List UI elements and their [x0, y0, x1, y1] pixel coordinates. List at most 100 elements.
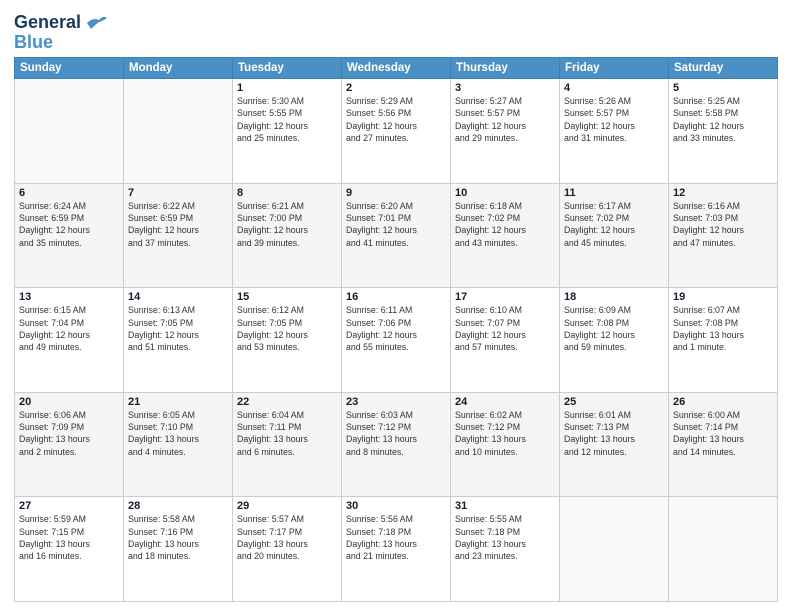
calendar-cell	[669, 497, 778, 602]
cell-day-info: Sunrise: 5:27 AMSunset: 5:57 PMDaylight:…	[455, 95, 555, 144]
calendar-week-row: 13Sunrise: 6:15 AMSunset: 7:04 PMDayligh…	[15, 288, 778, 393]
cell-day-info: Sunrise: 6:02 AMSunset: 7:12 PMDaylight:…	[455, 409, 555, 458]
weekday-header-monday: Monday	[124, 58, 233, 79]
calendar-week-row: 27Sunrise: 5:59 AMSunset: 7:15 PMDayligh…	[15, 497, 778, 602]
cell-day-info: Sunrise: 5:59 AMSunset: 7:15 PMDaylight:…	[19, 513, 119, 562]
logo: General Blue	[14, 12, 107, 51]
header: General Blue	[14, 12, 778, 51]
cell-day-info: Sunrise: 6:06 AMSunset: 7:09 PMDaylight:…	[19, 409, 119, 458]
cell-day-info: Sunrise: 5:30 AMSunset: 5:55 PMDaylight:…	[237, 95, 337, 144]
cell-day-info: Sunrise: 5:56 AMSunset: 7:18 PMDaylight:…	[346, 513, 446, 562]
cell-day-number: 31	[455, 500, 555, 512]
cell-day-number: 9	[346, 187, 446, 199]
cell-day-info: Sunrise: 6:13 AMSunset: 7:05 PMDaylight:…	[128, 304, 228, 353]
calendar-cell: 7Sunrise: 6:22 AMSunset: 6:59 PMDaylight…	[124, 183, 233, 288]
cell-day-number: 16	[346, 291, 446, 303]
logo-blue: Blue	[14, 33, 53, 51]
calendar-cell	[560, 497, 669, 602]
calendar-cell: 12Sunrise: 6:16 AMSunset: 7:03 PMDayligh…	[669, 183, 778, 288]
calendar-cell: 16Sunrise: 6:11 AMSunset: 7:06 PMDayligh…	[342, 288, 451, 393]
calendar-cell: 31Sunrise: 5:55 AMSunset: 7:18 PMDayligh…	[451, 497, 560, 602]
cell-day-number: 3	[455, 82, 555, 94]
cell-day-number: 6	[19, 187, 119, 199]
cell-day-number: 4	[564, 82, 664, 94]
cell-day-number: 11	[564, 187, 664, 199]
cell-day-info: Sunrise: 6:07 AMSunset: 7:08 PMDaylight:…	[673, 304, 773, 353]
calendar-cell: 20Sunrise: 6:06 AMSunset: 7:09 PMDayligh…	[15, 392, 124, 497]
weekday-header-wednesday: Wednesday	[342, 58, 451, 79]
cell-day-info: Sunrise: 6:17 AMSunset: 7:02 PMDaylight:…	[564, 200, 664, 249]
cell-day-info: Sunrise: 6:00 AMSunset: 7:14 PMDaylight:…	[673, 409, 773, 458]
cell-day-info: Sunrise: 5:58 AMSunset: 7:16 PMDaylight:…	[128, 513, 228, 562]
calendar-cell: 6Sunrise: 6:24 AMSunset: 6:59 PMDaylight…	[15, 183, 124, 288]
weekday-header-sunday: Sunday	[15, 58, 124, 79]
cell-day-number: 27	[19, 500, 119, 512]
calendar-cell: 26Sunrise: 6:00 AMSunset: 7:14 PMDayligh…	[669, 392, 778, 497]
cell-day-info: Sunrise: 6:18 AMSunset: 7:02 PMDaylight:…	[455, 200, 555, 249]
calendar-cell: 15Sunrise: 6:12 AMSunset: 7:05 PMDayligh…	[233, 288, 342, 393]
cell-day-info: Sunrise: 6:20 AMSunset: 7:01 PMDaylight:…	[346, 200, 446, 249]
calendar-cell: 22Sunrise: 6:04 AMSunset: 7:11 PMDayligh…	[233, 392, 342, 497]
cell-day-number: 25	[564, 396, 664, 408]
calendar-cell: 1Sunrise: 5:30 AMSunset: 5:55 PMDaylight…	[233, 79, 342, 184]
cell-day-number: 8	[237, 187, 337, 199]
calendar-cell: 23Sunrise: 6:03 AMSunset: 7:12 PMDayligh…	[342, 392, 451, 497]
weekday-header-row: SundayMondayTuesdayWednesdayThursdayFrid…	[15, 58, 778, 79]
calendar-cell: 29Sunrise: 5:57 AMSunset: 7:17 PMDayligh…	[233, 497, 342, 602]
calendar-cell: 14Sunrise: 6:13 AMSunset: 7:05 PMDayligh…	[124, 288, 233, 393]
calendar-cell	[124, 79, 233, 184]
calendar-cell	[15, 79, 124, 184]
cell-day-info: Sunrise: 6:09 AMSunset: 7:08 PMDaylight:…	[564, 304, 664, 353]
calendar-week-row: 20Sunrise: 6:06 AMSunset: 7:09 PMDayligh…	[15, 392, 778, 497]
cell-day-info: Sunrise: 5:26 AMSunset: 5:57 PMDaylight:…	[564, 95, 664, 144]
cell-day-number: 7	[128, 187, 228, 199]
cell-day-number: 1	[237, 82, 337, 94]
cell-day-number: 22	[237, 396, 337, 408]
weekday-header-friday: Friday	[560, 58, 669, 79]
logo-general: General	[14, 12, 81, 33]
weekday-header-saturday: Saturday	[669, 58, 778, 79]
cell-day-number: 26	[673, 396, 773, 408]
cell-day-number: 5	[673, 82, 773, 94]
cell-day-number: 15	[237, 291, 337, 303]
cell-day-info: Sunrise: 6:10 AMSunset: 7:07 PMDaylight:…	[455, 304, 555, 353]
cell-day-number: 2	[346, 82, 446, 94]
calendar-cell: 3Sunrise: 5:27 AMSunset: 5:57 PMDaylight…	[451, 79, 560, 184]
calendar-cell: 18Sunrise: 6:09 AMSunset: 7:08 PMDayligh…	[560, 288, 669, 393]
cell-day-info: Sunrise: 6:04 AMSunset: 7:11 PMDaylight:…	[237, 409, 337, 458]
cell-day-info: Sunrise: 5:57 AMSunset: 7:17 PMDaylight:…	[237, 513, 337, 562]
calendar-cell: 13Sunrise: 6:15 AMSunset: 7:04 PMDayligh…	[15, 288, 124, 393]
calendar-cell: 21Sunrise: 6:05 AMSunset: 7:10 PMDayligh…	[124, 392, 233, 497]
calendar-week-row: 1Sunrise: 5:30 AMSunset: 5:55 PMDaylight…	[15, 79, 778, 184]
calendar-cell: 4Sunrise: 5:26 AMSunset: 5:57 PMDaylight…	[560, 79, 669, 184]
calendar-cell: 8Sunrise: 6:21 AMSunset: 7:00 PMDaylight…	[233, 183, 342, 288]
cell-day-number: 18	[564, 291, 664, 303]
cell-day-info: Sunrise: 6:03 AMSunset: 7:12 PMDaylight:…	[346, 409, 446, 458]
calendar-cell: 24Sunrise: 6:02 AMSunset: 7:12 PMDayligh…	[451, 392, 560, 497]
calendar-cell: 27Sunrise: 5:59 AMSunset: 7:15 PMDayligh…	[15, 497, 124, 602]
cell-day-info: Sunrise: 5:29 AMSunset: 5:56 PMDaylight:…	[346, 95, 446, 144]
logo-line: General	[14, 12, 107, 33]
cell-day-number: 29	[237, 500, 337, 512]
calendar-cell: 19Sunrise: 6:07 AMSunset: 7:08 PMDayligh…	[669, 288, 778, 393]
cell-day-info: Sunrise: 5:55 AMSunset: 7:18 PMDaylight:…	[455, 513, 555, 562]
cell-day-number: 30	[346, 500, 446, 512]
calendar-cell: 11Sunrise: 6:17 AMSunset: 7:02 PMDayligh…	[560, 183, 669, 288]
cell-day-info: Sunrise: 5:25 AMSunset: 5:58 PMDaylight:…	[673, 95, 773, 144]
cell-day-info: Sunrise: 6:21 AMSunset: 7:00 PMDaylight:…	[237, 200, 337, 249]
cell-day-info: Sunrise: 6:22 AMSunset: 6:59 PMDaylight:…	[128, 200, 228, 249]
cell-day-number: 20	[19, 396, 119, 408]
cell-day-number: 24	[455, 396, 555, 408]
cell-day-info: Sunrise: 6:11 AMSunset: 7:06 PMDaylight:…	[346, 304, 446, 353]
cell-day-info: Sunrise: 6:24 AMSunset: 6:59 PMDaylight:…	[19, 200, 119, 249]
cell-day-number: 28	[128, 500, 228, 512]
calendar-table: SundayMondayTuesdayWednesdayThursdayFrid…	[14, 57, 778, 602]
cell-day-number: 21	[128, 396, 228, 408]
calendar-cell: 5Sunrise: 5:25 AMSunset: 5:58 PMDaylight…	[669, 79, 778, 184]
cell-day-info: Sunrise: 6:05 AMSunset: 7:10 PMDaylight:…	[128, 409, 228, 458]
cell-day-info: Sunrise: 6:15 AMSunset: 7:04 PMDaylight:…	[19, 304, 119, 353]
cell-day-number: 19	[673, 291, 773, 303]
cell-day-info: Sunrise: 6:01 AMSunset: 7:13 PMDaylight:…	[564, 409, 664, 458]
cell-day-number: 13	[19, 291, 119, 303]
calendar-cell: 28Sunrise: 5:58 AMSunset: 7:16 PMDayligh…	[124, 497, 233, 602]
